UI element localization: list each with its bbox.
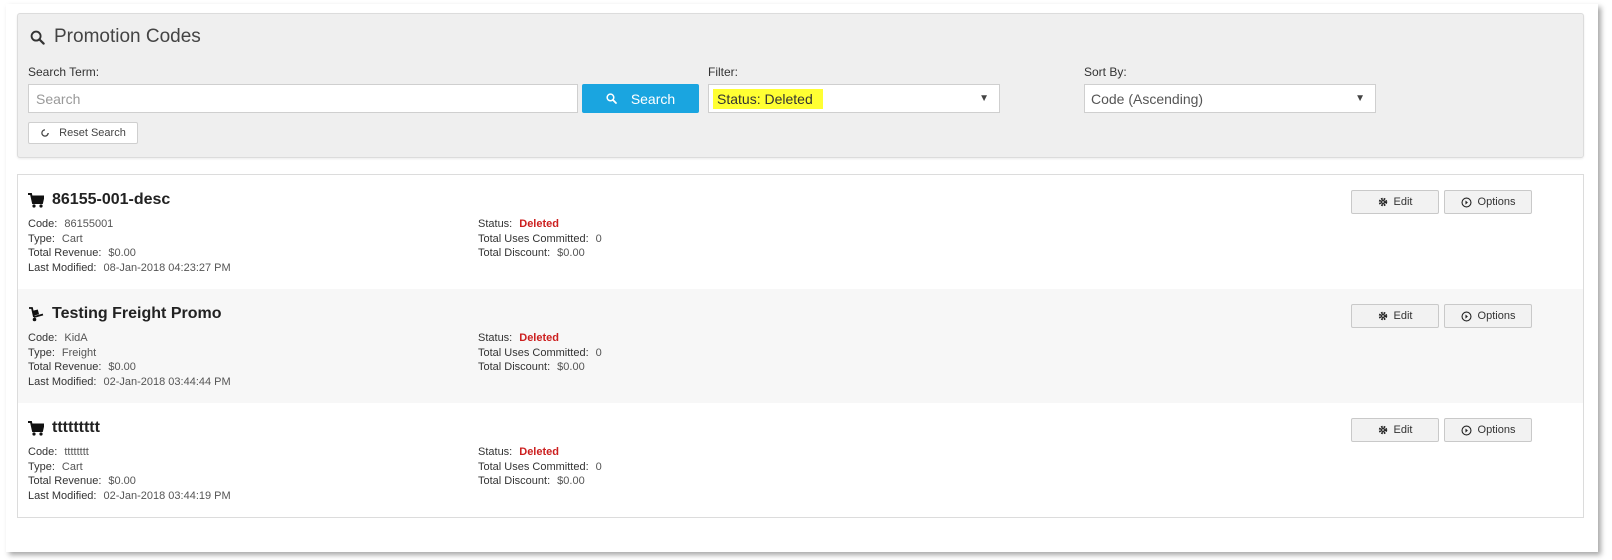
cart-icon <box>28 420 44 436</box>
status-badge: Deleted <box>519 446 559 458</box>
cart-icon <box>28 192 44 208</box>
promotion-uses: 0 <box>595 346 602 359</box>
search-input-wrapper <box>28 84 578 113</box>
search-button[interactable]: Search <box>582 84 699 113</box>
refresh-icon <box>41 129 49 137</box>
promotion-stats: Status: Deleted Total Uses Committed: 0 To… <box>478 446 602 487</box>
gear-icon <box>1378 197 1387 207</box>
promotion-revenue: $0.00 <box>108 361 136 373</box>
edit-button[interactable]: Edit <box>1351 190 1439 214</box>
search-panel: Promotion Codes Search Term: Search Filt… <box>17 13 1584 158</box>
circle-chevron-icon <box>1461 196 1472 208</box>
promotion-details: Code: tttttttt Type: Cart Total Revenue: $0… <box>28 446 231 502</box>
search-button-label: Search <box>630 90 676 107</box>
promotion-last-modified: 02-Jan-2018 03:44:44 PM <box>103 375 231 388</box>
promotion-revenue: $0.00 <box>108 475 136 487</box>
promotion-stats: Status: Deleted Total Uses Committed: 0 To… <box>478 218 602 259</box>
promotion-stats: Status: Deleted Total Uses Committed: 0 To… <box>478 332 602 373</box>
promotion-details: Code: 86155001 Type: Cart Total Revenue: $0… <box>28 218 231 274</box>
promotion-last-modified: 08-Jan-2018 04:23:27 PM <box>103 261 231 274</box>
gear-icon <box>1378 311 1387 321</box>
search-term-label: Search Term: <box>28 65 100 79</box>
promotion-code: tttttttt <box>64 446 89 458</box>
sort-select[interactable]: Code (Ascending) ▼ <box>1084 84 1376 113</box>
options-button[interactable]: Options <box>1444 190 1532 214</box>
promotion-uses: 0 <box>595 460 602 473</box>
promotion-code: KidA <box>64 332 88 344</box>
promotion-title: ttttttttt <box>28 419 100 437</box>
status-badge: Deleted <box>519 218 559 230</box>
promotion-name: ttttttttt <box>52 419 100 436</box>
promotion-uses: 0 <box>595 232 602 245</box>
filter-select[interactable]: Status: Deleted ▼ <box>708 84 1000 113</box>
promotion-code: 86155001 <box>64 218 114 230</box>
promotion-discount: $0.00 <box>557 475 585 487</box>
freight-icon <box>28 306 44 322</box>
promotion-list: 86155-001-desc Code: 86155001 Type: Cart T… <box>17 174 1584 518</box>
promotion-title: Testing Freight Promo <box>28 305 221 323</box>
search-icon <box>606 93 617 104</box>
reset-search-button[interactable]: Reset Search <box>28 122 138 144</box>
options-button[interactable]: Options <box>1444 304 1532 328</box>
promotion-revenue: $0.00 <box>108 247 136 259</box>
edit-button[interactable]: Edit <box>1351 418 1439 442</box>
list-item: 86155-001-desc Code: 86155001 Type: Cart T… <box>18 175 1583 289</box>
dropdown-arrow-icon: ▼ <box>1355 93 1365 104</box>
promotion-discount: $0.00 <box>557 361 585 373</box>
circle-chevron-icon <box>1461 424 1472 436</box>
list-item: Testing Freight Promo Code: KidA Type: Fre… <box>18 289 1583 403</box>
status-badge: Deleted <box>519 332 559 344</box>
promotion-type: Freight <box>61 346 97 359</box>
promotion-details: Code: KidA Type: Freight Total Revenue: $0.… <box>28 332 231 388</box>
page-title-text: Promotion Codes <box>54 26 201 47</box>
promotion-title: 86155-001-desc <box>28 191 170 209</box>
promotion-name: Testing Freight Promo <box>52 305 222 322</box>
list-item: ttttttttt Code: tttttttt Type: Cart Total … <box>18 403 1583 517</box>
filter-selected-value: Status: Deleted <box>713 88 823 109</box>
circle-chevron-icon <box>1461 310 1472 322</box>
gear-icon <box>1378 425 1387 435</box>
filter-label: Filter: <box>708 65 738 79</box>
reset-search-label: Reset Search <box>59 127 126 139</box>
page-title: Promotion Codes <box>30 26 201 48</box>
promotion-last-modified: 02-Jan-2018 03:44:19 PM <box>103 489 231 502</box>
dropdown-arrow-icon: ▼ <box>979 93 989 104</box>
search-icon <box>30 30 45 45</box>
edit-button[interactable]: Edit <box>1351 304 1439 328</box>
sort-selected-value: Code (Ascending) <box>1091 90 1204 107</box>
options-button[interactable]: Options <box>1444 418 1532 442</box>
promotion-type: Cart <box>61 232 83 245</box>
sort-label: Sort By: <box>1084 65 1127 79</box>
promotion-type: Cart <box>61 460 83 473</box>
search-input[interactable] <box>29 85 577 112</box>
promotion-discount: $0.00 <box>557 247 585 259</box>
promotion-name: 86155-001-desc <box>52 191 171 208</box>
